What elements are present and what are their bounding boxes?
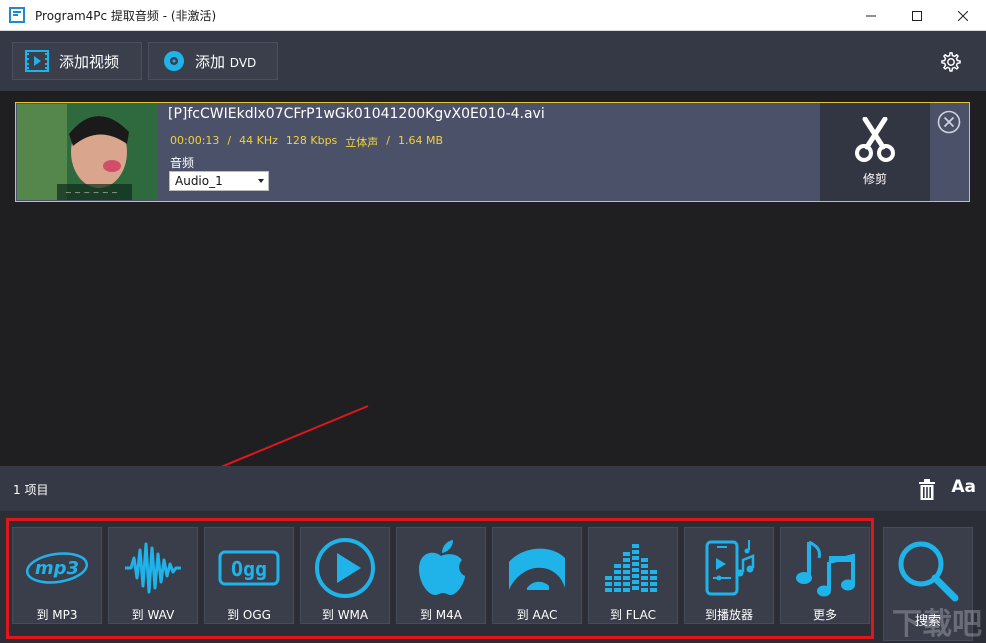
audio-track-value: Audio_1 (175, 174, 223, 188)
file-metadata: 00:00:13 / 44 KHz 128 Kbps 立体声 / 1.64 MB (170, 134, 443, 150)
play-circle-icon (315, 538, 375, 598)
to-mp3-button[interactable]: mp3 到 MP3 (12, 527, 102, 624)
music-notes-icon (796, 540, 855, 597)
to-wav-label: 到 WAV (131, 608, 175, 622)
trim-button[interactable]: 修剪 (820, 103, 930, 201)
meta-sep-1: / (227, 134, 232, 147)
to-player-button[interactable]: 到播放器 (684, 527, 774, 624)
aac-icon (509, 548, 565, 590)
title-bar: Program4Pc 提取音频 - (非激活) (0, 0, 986, 31)
to-flac-label: 到 FLAC (609, 608, 657, 622)
file-item[interactable]: ~ ~ ~ ~ ~ ~ [P]fcCWIEkdlx07CFrP1wGk01041… (15, 102, 970, 202)
meta-sep-2: / (386, 134, 391, 147)
to-wma-label: 到 WMA (321, 608, 369, 622)
add-dvd-label: 添加 (195, 52, 226, 71)
to-m4a-button[interactable]: 到 M4A (396, 527, 486, 624)
channels: 立体声 (345, 136, 379, 149)
add-video-button[interactable]: 添加视频 (12, 42, 142, 80)
status-bar: 1 项目 Aa (0, 466, 986, 511)
add-dvd-button[interactable]: 添加 DVD (148, 42, 278, 80)
to-aac-label: 到 AAC (516, 608, 558, 622)
svg-text:mp3: mp3 (35, 558, 79, 579)
to-aac-button[interactable]: 到 AAC (492, 527, 582, 624)
format-bar: mp3 到 MP3 到 WAV Ogg 到 OGG 到 WMA 到 M4A 到 … (0, 511, 986, 643)
to-flac-button[interactable]: 到 FLAC (588, 527, 678, 624)
window-title: Program4Pc 提取音频 - (非激活) (35, 8, 217, 23)
ogg-icon: Ogg (218, 550, 280, 586)
video-thumbnail: ~ ~ ~ ~ ~ ~ (17, 104, 158, 200)
close-window-button[interactable] (940, 0, 986, 31)
maximize-button[interactable] (894, 0, 940, 31)
chevron-down-icon (258, 179, 264, 183)
file-name: [P]fcCWIEkdlx07CFrP1wGk01041200KgvX0E010… (168, 106, 545, 122)
mp3-icon: mp3 (25, 552, 89, 584)
disc-icon (163, 50, 185, 72)
item-count: 1 项目 (13, 483, 49, 497)
toolbar: 添加视频 添加 DVD (0, 31, 986, 91)
to-player-label: 到播放器 (704, 608, 753, 622)
trim-label: 修剪 (862, 172, 887, 186)
minimize-button[interactable] (848, 0, 894, 31)
film-icon (25, 50, 49, 72)
dvd-label: DVD (229, 55, 257, 70)
watermark: 下载吧 (892, 607, 982, 642)
svg-text:~ ~ ~ ~ ~ ~: ~ ~ ~ ~ ~ ~ (65, 188, 118, 197)
waveform-icon (125, 542, 181, 594)
svg-text:Ogg: Ogg (231, 557, 267, 581)
to-ogg-label: 到 OGG (227, 608, 271, 622)
remove-item-icon[interactable] (937, 110, 961, 134)
more-formats-button[interactable]: 更多 (780, 527, 870, 624)
trash-icon[interactable] (918, 479, 936, 501)
app-logo-icon (9, 7, 25, 23)
scissors-icon (853, 116, 897, 166)
to-wav-button[interactable]: 到 WAV (108, 527, 198, 624)
to-ogg-button[interactable]: Ogg 到 OGG (204, 527, 294, 624)
audio-track-select[interactable]: Audio_1 (169, 171, 269, 191)
audio-track-label: 音频 (170, 156, 195, 170)
sample-rate: 44 KHz (239, 134, 278, 147)
to-m4a-label: 到 M4A (419, 608, 462, 622)
file-size: 1.64 MB (398, 134, 444, 147)
to-wma-button[interactable]: 到 WMA (300, 527, 390, 624)
search-icon (898, 541, 959, 602)
phone-music-icon (705, 540, 755, 596)
add-video-label: 添加视频 (59, 52, 120, 71)
file-list-area: ~ ~ ~ ~ ~ ~ [P]fcCWIEkdlx07CFrP1wGk01041… (0, 91, 986, 466)
gear-icon[interactable] (940, 51, 962, 73)
font-size-button[interactable]: Aa (951, 477, 976, 497)
bitrate: 128 Kbps (285, 134, 338, 147)
to-mp3-label: 到 MP3 (36, 608, 78, 622)
apple-icon (419, 540, 465, 596)
duration: 00:00:13 (170, 134, 220, 147)
more-formats-label: 更多 (812, 608, 837, 622)
equalizer-icon (605, 544, 657, 592)
